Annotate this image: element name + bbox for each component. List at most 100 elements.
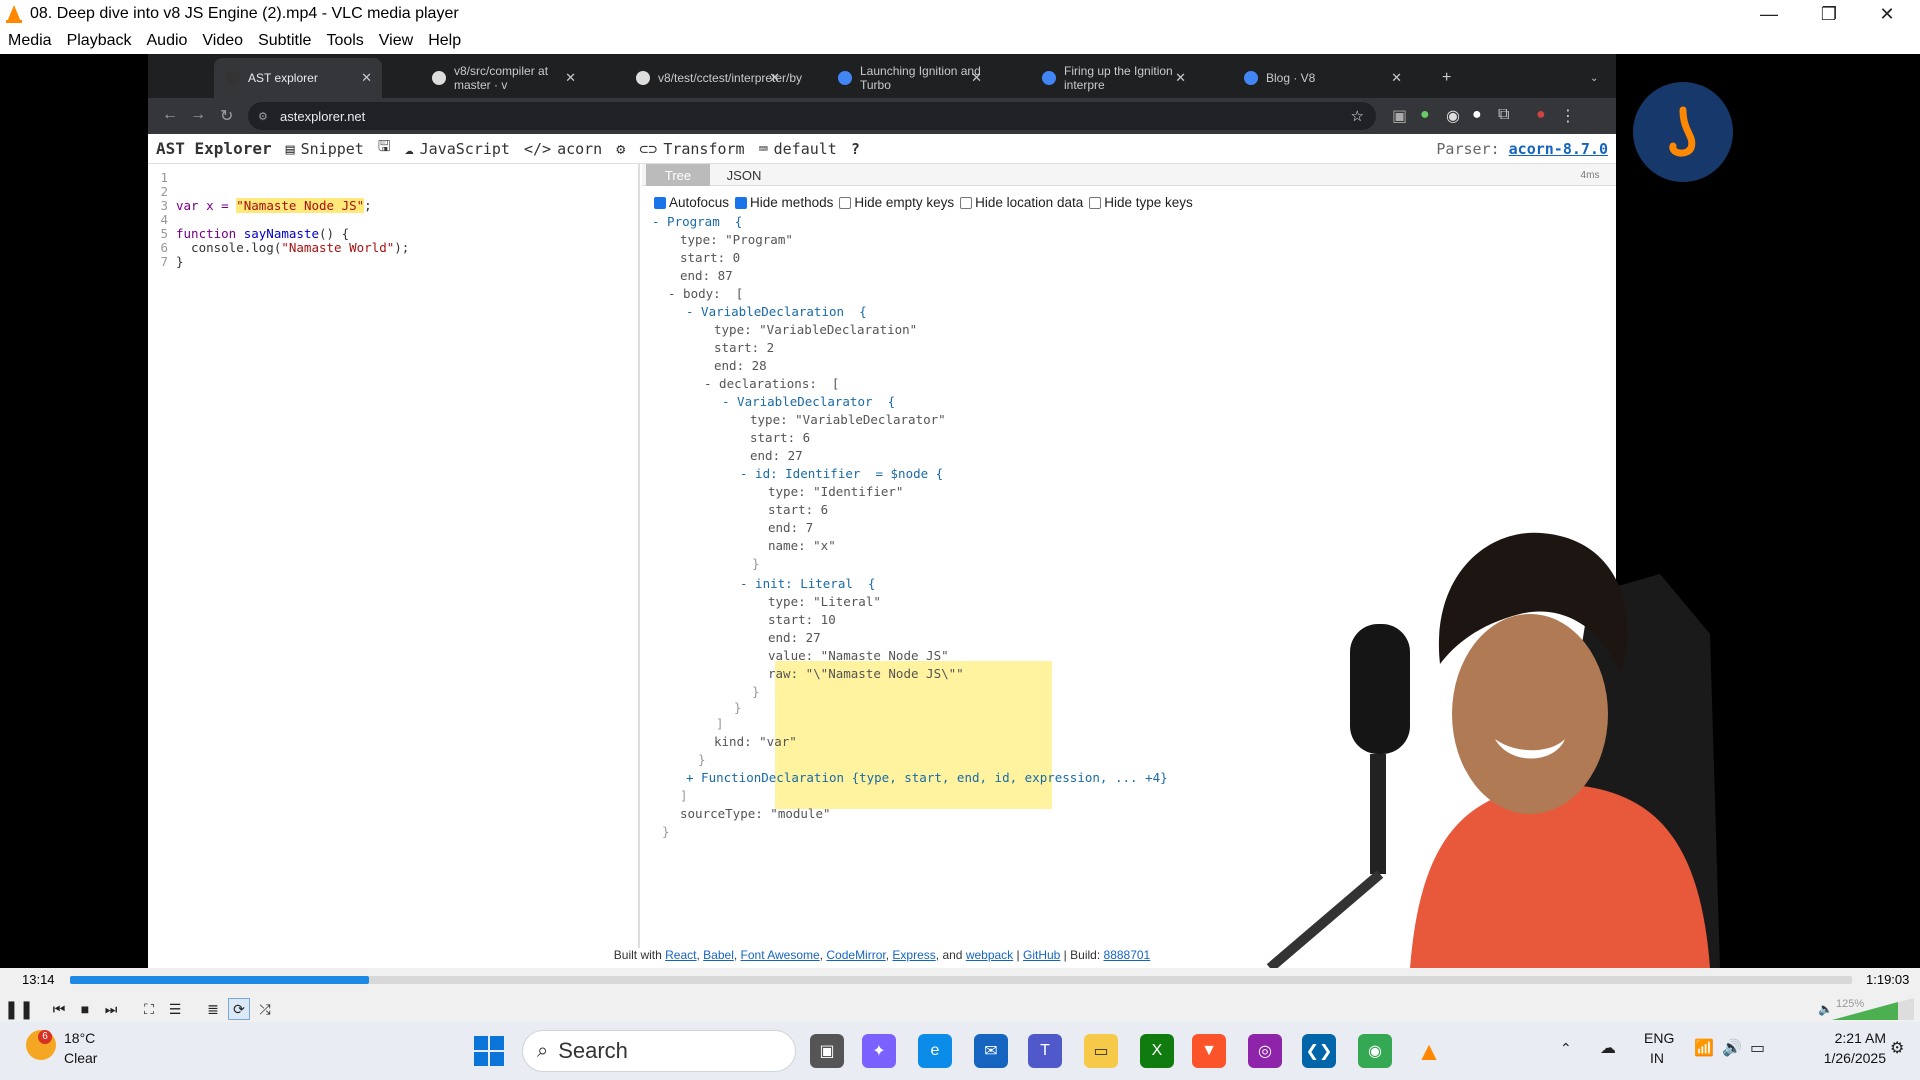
tree-node-function-declaration[interactable]: + FunctionDeclaration {type, start, end,… — [686, 770, 1168, 785]
option-hide-empty-keys[interactable]: Hide empty keys — [833, 195, 954, 210]
menu-audio[interactable]: Audio — [147, 32, 188, 50]
battery-icon[interactable]: ▭ — [1750, 1038, 1765, 1058]
close-button[interactable]: ✕ — [1858, 0, 1916, 28]
clock-time[interactable]: 2:21 AM — [1796, 1030, 1886, 1046]
language-button[interactable]: ☁ JavaScript — [405, 140, 510, 158]
extended-settings-button[interactable]: ☰ — [164, 998, 186, 1020]
forward-icon[interactable]: → — [190, 106, 206, 124]
previous-button[interactable]: ⏮ — [48, 998, 70, 1020]
more-icon[interactable]: ⋮ — [1560, 106, 1576, 126]
settings-gear-icon[interactable]: ⚙ — [616, 140, 625, 158]
tab-launching-ignition[interactable]: Launching Ignition and Turbo ✕ — [826, 58, 992, 98]
brave-icon[interactable]: ▼ — [1192, 1034, 1226, 1068]
close-icon[interactable]: ✕ — [565, 70, 576, 86]
extension-icon[interactable]: ◉ — [1446, 106, 1460, 126]
playlist-button[interactable]: ≣ — [202, 998, 224, 1020]
footer-link[interactable]: CodeMirror — [826, 948, 885, 962]
close-icon[interactable]: ✕ — [361, 70, 372, 86]
tab-ast-explorer[interactable]: AST explorer ✕ — [214, 58, 382, 98]
loop-button[interactable]: ⟳ — [228, 998, 250, 1020]
tree-node-body[interactable]: - body: [ — [668, 286, 743, 301]
tree-node-program[interactable]: - Program { — [652, 214, 742, 229]
transform-button[interactable]: ⊂⊃ Transform — [639, 140, 744, 158]
edge-icon[interactable]: e — [918, 1034, 952, 1068]
vlc-icon[interactable]: ▲ — [1412, 1034, 1446, 1068]
menu-view[interactable]: View — [379, 32, 413, 50]
volume-slider[interactable] — [1832, 998, 1914, 1020]
tab-firing-ignition[interactable]: Firing up the Ignition interpre ✕ — [1030, 58, 1196, 98]
footer-link[interactable]: React — [665, 948, 696, 962]
menu-tools[interactable]: Tools — [326, 32, 363, 50]
extension-icon[interactable]: ● — [1472, 106, 1482, 124]
tab-blog-v8[interactable]: Blog · V8 ✕ — [1232, 58, 1412, 98]
minimize-button[interactable]: — — [1740, 0, 1798, 28]
url-field[interactable]: ⚙ astexplorer.net ☆ — [248, 102, 1376, 130]
next-button[interactable]: ⏭ — [100, 998, 122, 1020]
footer-link[interactable]: Font Awesome — [741, 948, 820, 962]
chrome-icon[interactable]: ◉ — [1358, 1034, 1392, 1068]
tree-node-identifier[interactable]: - id: Identifier = $node { — [740, 466, 943, 481]
tab-tree[interactable]: Tree — [646, 164, 710, 186]
menu-media[interactable]: Media — [8, 32, 52, 50]
keymap-button[interactable]: ⌨ default — [759, 140, 837, 158]
vscode-icon[interactable]: ❮❯ — [1302, 1034, 1336, 1068]
onedrive-icon[interactable]: ☁ — [1600, 1038, 1616, 1058]
option-hide-location-data[interactable]: Hide location data — [954, 195, 1083, 210]
option-hide-type-keys[interactable]: Hide type keys — [1083, 195, 1193, 210]
footer-link[interactable]: 8888701 — [1104, 948, 1151, 962]
footer-link[interactable]: webpack — [966, 948, 1013, 962]
bookmark-star-icon[interactable]: ☆ — [1351, 107, 1364, 125]
profile-icon[interactable]: ● — [1536, 106, 1546, 124]
chevron-up-icon[interactable]: ⌃ — [1560, 1040, 1572, 1057]
puzzle-icon[interactable]: ⧉ — [1498, 106, 1509, 124]
pause-button[interactable]: ❚❚ — [4, 998, 34, 1020]
tree-node-literal[interactable]: - init: Literal { — [740, 576, 875, 591]
tree-node-variable-declarator[interactable]: - VariableDeclarator { — [722, 394, 895, 409]
reload-icon[interactable]: ↻ — [220, 106, 233, 126]
menu-subtitle[interactable]: Subtitle — [258, 32, 311, 50]
footer-link[interactable]: GitHub — [1023, 948, 1060, 962]
app-icon[interactable]: ◎ — [1248, 1034, 1282, 1068]
save-icon[interactable]: 🖫 — [378, 136, 391, 161]
parser-version-link[interactable]: acorn-8.7.0 — [1509, 140, 1608, 158]
cast-icon[interactable]: ▣ — [1392, 106, 1407, 126]
code-editor[interactable]: 1 2 3 4 5 6 7 var x = "Namaste Node JS";… — [148, 164, 640, 958]
file-explorer-icon[interactable]: ▭ — [1084, 1034, 1118, 1068]
tree-node-declarations[interactable]: - declarations: [ — [704, 376, 839, 391]
snippet-button[interactable]: ▤ Snippet — [286, 140, 364, 158]
menu-help[interactable]: Help — [428, 32, 461, 50]
close-icon[interactable]: ✕ — [1391, 70, 1402, 86]
parser-button[interactable]: </> acorn — [524, 140, 602, 158]
language-region[interactable]: IN — [1650, 1050, 1664, 1066]
extension-icon[interactable]: ● — [1420, 106, 1430, 124]
footer-link[interactable]: Babel — [703, 948, 734, 962]
option-hide-methods[interactable]: Hide methods — [729, 195, 833, 210]
search-box[interactable]: ⌕ Search — [522, 1030, 796, 1072]
back-icon[interactable]: ← — [162, 106, 178, 124]
shuffle-button[interactable]: ⤮ — [254, 998, 276, 1020]
video-area[interactable]: AST explorer ✕ v8/src/compiler at master … — [0, 54, 1920, 968]
menu-playback[interactable]: Playback — [67, 32, 132, 50]
stop-button[interactable]: ■ — [74, 998, 96, 1020]
xbox-icon[interactable]: X — [1140, 1034, 1174, 1068]
copilot-icon[interactable]: ✦ — [862, 1034, 896, 1068]
tab-search-icon[interactable]: ⌄ — [1578, 58, 1608, 98]
language-primary[interactable]: ENG — [1644, 1030, 1674, 1046]
menu-video[interactable]: Video — [202, 32, 243, 50]
tab-v8-test[interactable]: v8/test/cctest/interpreter/by ✕ — [624, 58, 802, 98]
volume-icon[interactable]: 🔊 — [1722, 1038, 1742, 1058]
footer-link[interactable]: Express — [892, 948, 935, 962]
start-windows-icon[interactable] — [474, 1036, 504, 1066]
wifi-icon[interactable]: 📶 — [1694, 1038, 1714, 1058]
tree-node-variable-declaration[interactable]: - VariableDeclaration { — [686, 304, 867, 319]
clock-date[interactable]: 1/26/2025 — [1796, 1050, 1886, 1066]
close-icon[interactable]: ✕ — [1175, 70, 1186, 86]
seek-bar[interactable] — [70, 976, 1852, 984]
task-view-icon[interactable]: ▣ — [810, 1034, 844, 1068]
close-icon[interactable]: ✕ — [769, 70, 780, 86]
new-tab-button[interactable]: + — [1430, 58, 1460, 98]
teams-icon[interactable]: T — [1028, 1034, 1062, 1068]
tab-v8-compiler[interactable]: v8/src/compiler at master · v ✕ — [420, 58, 586, 98]
fullscreen-button[interactable]: ⛶ — [138, 998, 160, 1020]
close-icon[interactable]: ✕ — [971, 70, 982, 86]
